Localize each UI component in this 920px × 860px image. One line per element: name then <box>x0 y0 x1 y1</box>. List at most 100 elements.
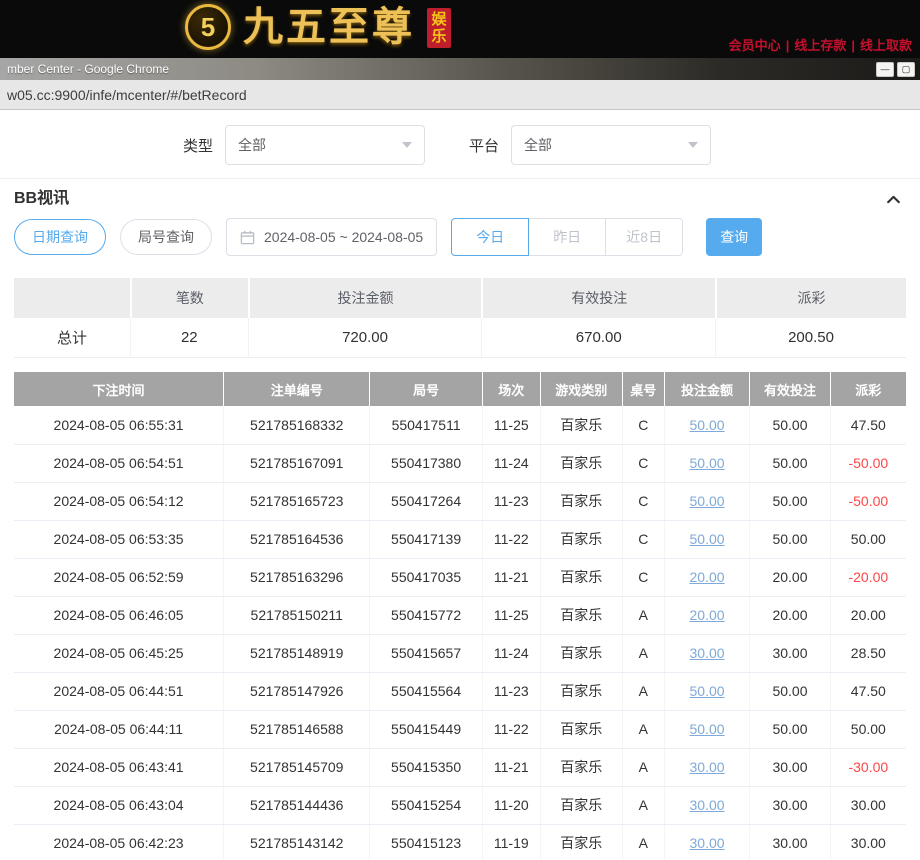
cell-payout: -50.00 <box>830 482 906 520</box>
cell-session: 11-22 <box>482 710 540 748</box>
cell-game-type: 百家乐 <box>540 710 622 748</box>
summary-header-bet-amount: 投注金额 <box>248 278 482 318</box>
cell-round-number: 550415449 <box>370 710 482 748</box>
cell-session: 11-25 <box>482 406 540 444</box>
cell-table-number: A <box>622 786 664 824</box>
bet-amount-link[interactable]: 50.00 <box>690 683 725 699</box>
cell-table-number: C <box>622 406 664 444</box>
cell-game-type: 百家乐 <box>540 786 622 824</box>
banner-link-member-center[interactable]: 会员中心 <box>729 38 781 53</box>
cell-bet-number: 521785165723 <box>224 482 370 520</box>
cell-game-type: 百家乐 <box>540 672 622 710</box>
banner-link-withdraw[interactable]: 线上取款 <box>860 38 912 53</box>
date-query-tab-button[interactable]: 日期查询 <box>14 219 106 255</box>
cell-valid-bet: 20.00 <box>750 596 830 634</box>
cell-payout: 50.00 <box>830 710 906 748</box>
cell-bet-time: 2024-08-05 06:44:51 <box>14 672 224 710</box>
collapse-chevron-up-icon[interactable] <box>885 191 902 208</box>
last-8-days-button[interactable]: 近8日 <box>605 218 683 256</box>
cell-valid-bet: 30.00 <box>750 748 830 786</box>
bet-amount-link[interactable]: 50.00 <box>690 531 725 547</box>
bet-amount-link[interactable]: 30.00 <box>690 759 725 775</box>
round-query-tab-button[interactable]: 局号查询 <box>120 219 212 255</box>
today-button[interactable]: 今日 <box>451 218 529 256</box>
yesterday-button[interactable]: 昨日 <box>528 218 606 256</box>
cell-bet-amount: 30.00 <box>664 634 750 672</box>
cell-valid-bet: 30.00 <box>750 824 830 860</box>
table-row: 2024-08-05 06:54:12 521785165723 5504172… <box>14 482 906 520</box>
bet-amount-link[interactable]: 30.00 <box>690 835 725 851</box>
records-table: 下注时间 注单编号 局号 场次 游戏类别 桌号 投注金额 有效投注 派彩 202… <box>14 372 906 860</box>
table-row: 2024-08-05 06:42:23 521785143142 5504151… <box>14 824 906 860</box>
date-range-picker[interactable]: 2024-08-05 ~ 2024-08-05 <box>226 218 437 256</box>
brand-logo: 5 九五至尊 娱乐 <box>185 4 451 50</box>
bet-amount-link[interactable]: 50.00 <box>690 417 725 433</box>
bet-amount-link[interactable]: 30.00 <box>690 645 725 661</box>
cell-payout: 47.50 <box>830 672 906 710</box>
cell-bet-number: 521785164536 <box>224 520 370 558</box>
records-header-bet-amount: 投注金额 <box>664 372 750 406</box>
bet-amount-link[interactable]: 50.00 <box>690 493 725 509</box>
cell-bet-number: 521785167091 <box>224 444 370 482</box>
url-text: w05.cc:9900/infe/mcenter/#/betRecord <box>7 87 247 103</box>
summary-header-payout: 派彩 <box>715 278 906 318</box>
cell-round-number: 550417035 <box>370 558 482 596</box>
type-filter-select[interactable]: 全部 <box>225 125 425 165</box>
cell-bet-time: 2024-08-05 06:44:11 <box>14 710 224 748</box>
summary-total-row: 总计 22 720.00 670.00 200.50 <box>14 318 906 358</box>
summary-total-bet-amount: 720.00 <box>248 318 482 358</box>
platform-filter-select[interactable]: 全部 <box>511 125 711 165</box>
cell-valid-bet: 30.00 <box>750 634 830 672</box>
quick-date-group: 今日 昨日 近8日 <box>451 218 683 256</box>
cell-table-number: A <box>622 824 664 860</box>
cell-bet-number: 521785150211 <box>224 596 370 634</box>
cell-game-type: 百家乐 <box>540 482 622 520</box>
table-row: 2024-08-05 06:53:35 521785164536 5504171… <box>14 520 906 558</box>
brand-badge: 娱乐 <box>427 8 451 49</box>
bet-amount-link[interactable]: 50.00 <box>690 455 725 471</box>
cell-bet-time: 2024-08-05 06:54:12 <box>14 482 224 520</box>
cell-bet-time: 2024-08-05 06:43:41 <box>14 748 224 786</box>
summary-header-row: 笔数 投注金额 有效投注 派彩 <box>14 278 906 318</box>
summary-total-label: 总计 <box>14 318 130 358</box>
chevron-down-icon <box>402 142 412 148</box>
cell-bet-amount: 30.00 <box>664 748 750 786</box>
cell-bet-time: 2024-08-05 06:53:35 <box>14 520 224 558</box>
banner-link-deposit[interactable]: 线上存款 <box>794 38 846 53</box>
records-header-row: 下注时间 注单编号 局号 场次 游戏类别 桌号 投注金额 有效投注 派彩 <box>14 372 906 406</box>
cell-game-type: 百家乐 <box>540 520 622 558</box>
table-row: 2024-08-05 06:43:04 521785144436 5504152… <box>14 786 906 824</box>
cell-round-number: 550415350 <box>370 748 482 786</box>
table-row: 2024-08-05 06:45:25 521785148919 5504156… <box>14 634 906 672</box>
cell-bet-number: 521785146588 <box>224 710 370 748</box>
cell-bet-time: 2024-08-05 06:45:25 <box>14 634 224 672</box>
link-separator: | <box>786 38 790 53</box>
cell-bet-time: 2024-08-05 06:52:59 <box>14 558 224 596</box>
records-header-bet-time: 下注时间 <box>14 372 224 406</box>
cell-game-type: 百家乐 <box>540 406 622 444</box>
platform-filter-label: 平台 <box>469 135 499 156</box>
bet-amount-link[interactable]: 20.00 <box>690 607 725 623</box>
cell-table-number: C <box>622 558 664 596</box>
cell-valid-bet: 50.00 <box>750 520 830 558</box>
maximize-button[interactable]: ▢ <box>897 62 915 77</box>
search-button[interactable]: 查询 <box>706 218 762 256</box>
cell-valid-bet: 50.00 <box>750 672 830 710</box>
cell-session: 11-23 <box>482 672 540 710</box>
summary-total-count: 22 <box>130 318 248 358</box>
cell-round-number: 550415657 <box>370 634 482 672</box>
cell-bet-amount: 30.00 <box>664 824 750 860</box>
bet-amount-link[interactable]: 30.00 <box>690 797 725 813</box>
cell-game-type: 百家乐 <box>540 558 622 596</box>
cell-bet-amount: 50.00 <box>664 406 750 444</box>
cell-session: 11-24 <box>482 444 540 482</box>
table-row: 2024-08-05 06:54:51 521785167091 5504173… <box>14 444 906 482</box>
cell-bet-time: 2024-08-05 06:54:51 <box>14 444 224 482</box>
window-title: mber Center - Google Chrome <box>7 62 169 76</box>
minimize-button[interactable]: — <box>876 62 894 77</box>
address-bar[interactable]: w05.cc:9900/infe/mcenter/#/betRecord <box>0 80 920 110</box>
bet-amount-link[interactable]: 50.00 <box>690 721 725 737</box>
bet-record-page: 类型 全部 平台 全部 BB视讯 日期查询 局号查询 202 <box>0 110 920 860</box>
bet-amount-link[interactable]: 20.00 <box>690 569 725 585</box>
cell-bet-amount: 50.00 <box>664 520 750 558</box>
